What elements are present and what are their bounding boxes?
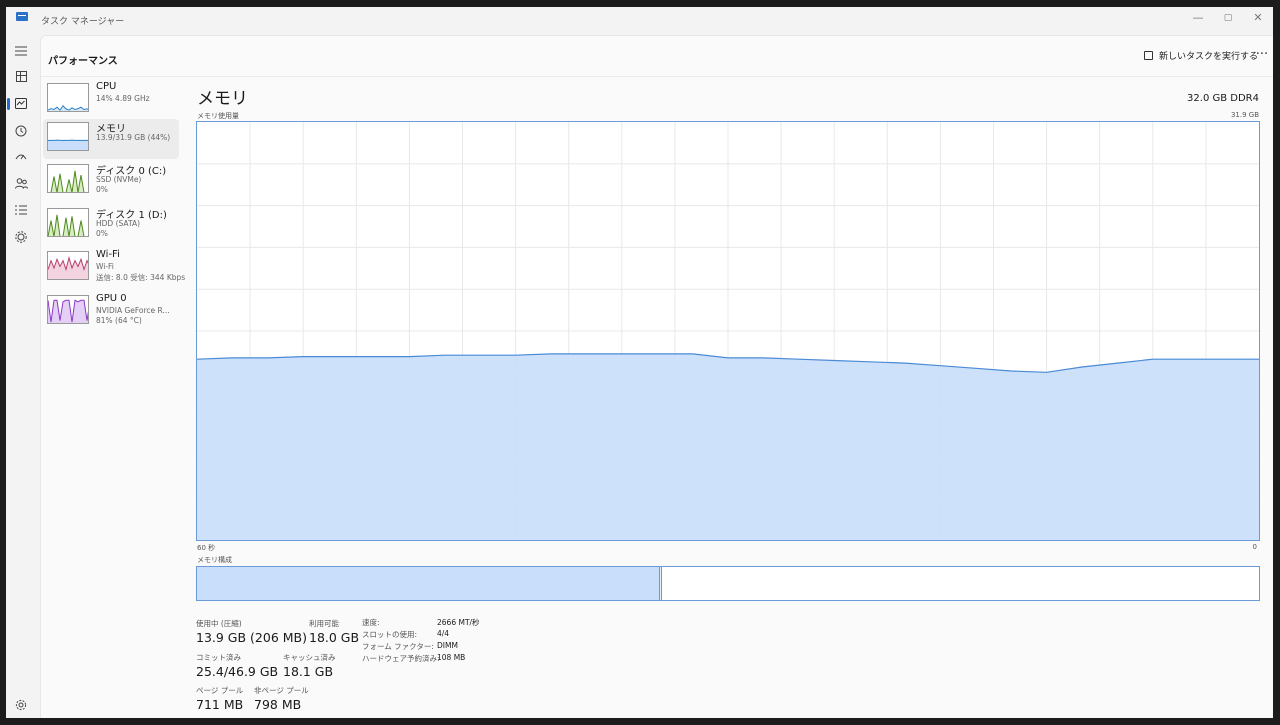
menu-icon[interactable] [12, 42, 30, 60]
processes-icon[interactable] [12, 68, 30, 86]
slots-used-label: スロットの使用: [362, 630, 418, 639]
device-thumbnail [47, 295, 89, 324]
device-detail-2: 0% [96, 185, 108, 194]
device-item-cpu[interactable]: CPU 14% 4.89 GHz [43, 80, 179, 120]
device-detail: 13.9/31.9 GB (44%) [96, 133, 171, 142]
memory-spec: 32.0 GB DDR4 [1187, 93, 1259, 104]
x-axis-end-label: 0 [1252, 543, 1257, 551]
device-detail: SSD (NVMe) [96, 175, 142, 184]
header-divider [41, 76, 1273, 77]
speed-label: 速度: [362, 618, 380, 627]
device-item-disk-0[interactable]: ディスク 0 (C:) SSD (NVMe) 0% [43, 161, 179, 201]
device-item-wifi[interactable]: Wi-Fi Wi-Fi 送信: 8.0 受信: 344 Kbps [43, 248, 185, 288]
available-label: 利用可能 [309, 619, 339, 628]
device-detail: 14% 4.89 GHz [96, 94, 150, 103]
memory-usage-max: 31.9 GB [1230, 111, 1259, 119]
form-factor-value: DIMM [437, 641, 458, 650]
paged-pool-value: 711 MB [196, 697, 244, 712]
task-manager-window: タスク マネージャー — ▢ ✕ パフォーマンス 新しいタスクを実行する ···… [6, 7, 1273, 718]
device-detail: HDD (SATA) [96, 219, 141, 228]
window-title: タスク マネージャー [41, 17, 125, 27]
memory-usage-graph [196, 121, 1260, 541]
device-name: GPU 0 [96, 293, 127, 304]
performance-icon[interactable] [12, 95, 30, 113]
gear-icon[interactable] [12, 696, 30, 714]
committed-label: コミット済み [196, 653, 241, 662]
device-item-disk-1[interactable]: ディスク 1 (D:) HDD (SATA) 0% [43, 205, 179, 245]
device-detail-2: 0% [96, 229, 108, 238]
slots-used-value: 4/4 [437, 629, 450, 638]
more-options-button[interactable]: ··· [1251, 46, 1273, 68]
task-manager-app-icon [16, 12, 28, 21]
performance-pane: パフォーマンス 新しいタスクを実行する ··· CPU 14% 4.89 GHz… [40, 35, 1273, 718]
device-detail: Wi-Fi [96, 262, 114, 271]
memory-usage-label: メモリ使用量 [197, 112, 239, 120]
in-use-value: 13.9 GB (206 MB) [196, 630, 307, 645]
nav-rail [6, 35, 40, 718]
nonpaged-pool-value: 798 MB [254, 697, 302, 712]
thumbnail-area [48, 140, 88, 150]
speed-value: 2666 MT/秒 [437, 618, 480, 627]
device-thumbnail [47, 251, 89, 280]
memory-usage-area [197, 353, 1259, 540]
available-value: 18.0 GB [309, 630, 360, 645]
run-task-icon [1144, 51, 1153, 60]
paged-pool-label: ページ プール [196, 686, 244, 695]
run-new-task-label: 新しいタスクを実行する [1159, 52, 1259, 62]
nonpaged-pool-label: 非ページ プール [254, 686, 309, 695]
hardware-reserved-label: ハードウェア予約済み: [362, 654, 440, 663]
x-axis-start-label: 60 秒 [197, 544, 216, 552]
services-icon[interactable] [12, 228, 30, 246]
nav-selection-indicator [7, 98, 10, 110]
composition-in-use [197, 567, 661, 600]
device-detail-2: 81% (64 °C) [96, 316, 142, 325]
title-bar[interactable]: タスク マネージャー — ▢ ✕ [6, 7, 1273, 35]
users-icon[interactable] [12, 175, 30, 193]
device-thumbnail [47, 122, 89, 151]
committed-value: 25.4/46.9 GB [196, 664, 279, 679]
device-detail: NVIDIA GeForce R... [96, 306, 170, 315]
form-factor-label: フォーム ファクター: [362, 642, 434, 651]
device-thumbnail [47, 83, 89, 112]
device-detail-2: 送信: 8.0 受信: 344 Kbps [96, 273, 186, 282]
memory-composition-bar [196, 566, 1260, 601]
maximize-button[interactable]: ▢ [1216, 10, 1240, 26]
minimize-button[interactable]: — [1186, 10, 1210, 26]
device-thumbnail [47, 164, 89, 193]
device-item-gpu[interactable]: GPU 0 NVIDIA GeForce R... 81% (64 °C) [43, 292, 179, 332]
app-history-icon[interactable] [12, 122, 30, 140]
device-name: Wi-Fi [96, 249, 120, 260]
device-item-memory[interactable]: メモリ 13.9/31.9 GB (44%) [43, 119, 179, 159]
cached-value: 18.1 GB [283, 664, 334, 679]
in-use-label: 使用中 (圧縮) [196, 619, 242, 628]
run-new-task-button[interactable]: 新しいタスクを実行する [1144, 46, 1258, 68]
details-icon[interactable] [12, 201, 30, 219]
startup-icon[interactable] [12, 148, 30, 166]
device-thumbnail [47, 208, 89, 237]
close-button[interactable]: ✕ [1246, 10, 1270, 26]
device-name: CPU [96, 81, 117, 92]
thumbnail-area [48, 300, 88, 323]
composition-modified [660, 567, 663, 600]
memory-composition-label: メモリ構成 [197, 556, 232, 564]
memory-heading: メモリ [197, 89, 248, 109]
page-title: パフォーマンス [48, 56, 118, 67]
hardware-reserved-value: 108 MB [437, 653, 466, 662]
cached-label: キャッシュ済み [283, 653, 336, 662]
memory-usage-chart [197, 122, 1259, 540]
